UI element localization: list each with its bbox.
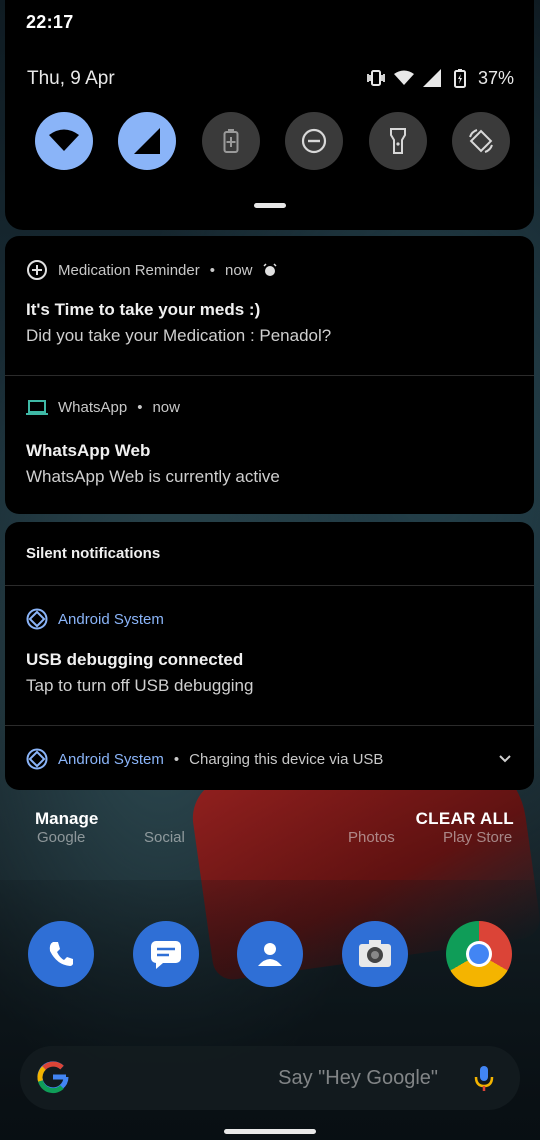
- app-label-photos: Photos: [348, 829, 395, 846]
- messages-icon: [150, 941, 181, 969]
- notification-text: Tap to turn off USB debugging: [26, 676, 254, 695]
- wifi-icon: [49, 129, 79, 151]
- notification-app-name: Android System: [58, 610, 164, 628]
- notification-header: Android System • Charging this device vi…: [26, 748, 383, 770]
- camera-icon: [358, 940, 391, 967]
- notification-title: WhatsApp Web: [26, 441, 151, 460]
- app-label-play-store: Play Store: [443, 829, 513, 846]
- notification-charging[interactable]: Android System • Charging this device vi…: [5, 726, 534, 790]
- silent-section-title: Silent notifications: [26, 545, 161, 562]
- qs-expand-handle[interactable]: [254, 203, 286, 208]
- auto-rotate-icon: [469, 129, 493, 153]
- notification-header: WhatsApp • now: [26, 399, 180, 416]
- qs-status-icons: 37%: [366, 66, 514, 90]
- phone-app[interactable]: [28, 921, 94, 987]
- bullet-separator: •: [173, 750, 180, 768]
- camera-app[interactable]: [341, 921, 408, 987]
- notification-summary: Charging this device via USB: [189, 750, 384, 768]
- wifi-icon: [393, 68, 414, 88]
- android-system-icon: [26, 608, 48, 630]
- contacts-app[interactable]: [237, 921, 303, 987]
- do-not-disturb-tile[interactable]: [285, 112, 344, 170]
- folder-label-social: Social: [144, 829, 185, 846]
- alarm-icon: [263, 263, 277, 276]
- chrome-app[interactable]: [446, 921, 512, 987]
- battery-charging-icon: [450, 68, 470, 88]
- status-bar: 22:17: [0, 0, 540, 50]
- wifi-tile[interactable]: [35, 112, 93, 170]
- notification-text: Did you take your Medication : Penadol?: [26, 326, 332, 345]
- expand-chevron-icon[interactable]: [498, 752, 512, 766]
- signal-icon: [422, 68, 442, 88]
- qs-tiles: [35, 112, 510, 170]
- notification-header: Medication Reminder • now: [26, 259, 277, 281]
- notification-usb-debugging[interactable]: Android System USB debugging connected T…: [5, 586, 534, 726]
- bullet-separator: •: [209, 261, 215, 279]
- qs-date: Thu, 9 Apr: [27, 68, 115, 89]
- battery-saver-tile[interactable]: [201, 112, 260, 170]
- battery-saver-icon: [223, 129, 239, 153]
- notification-app-name: Android System: [58, 750, 164, 768]
- signal-icon: [134, 128, 161, 154]
- notification-card-silent: Silent notifications Android System USB …: [5, 522, 534, 790]
- battery-percent: 37%: [477, 67, 514, 88]
- notification-app-name: Medication Reminder: [58, 261, 200, 279]
- notification-title: It's Time to take your meds :): [26, 300, 261, 319]
- notification-text: WhatsApp Web is currently active: [26, 467, 280, 486]
- do-not-disturb-icon: [302, 128, 327, 154]
- notification-title: USB debugging connected: [26, 650, 244, 669]
- home-gesture-bar[interactable]: [224, 1129, 316, 1134]
- flashlight-tile[interactable]: [368, 112, 427, 170]
- bullet-separator: •: [137, 399, 143, 416]
- notification-app-name: WhatsApp: [58, 399, 128, 416]
- search-hint: Say "Hey Google": [278, 1067, 438, 1089]
- android-system-icon: [26, 748, 48, 770]
- auto-rotate-tile[interactable]: [451, 112, 510, 170]
- status-clock: 22:17: [26, 12, 74, 32]
- chrome-icon: [466, 941, 492, 967]
- mobile-data-tile[interactable]: [118, 112, 177, 170]
- phone-icon: [49, 942, 73, 966]
- flashlight-icon: [389, 128, 406, 154]
- notification-medication[interactable]: Medication Reminder • now It's Time to t…: [5, 236, 534, 376]
- google-search-bar[interactable]: Say "Hey Google": [20, 1046, 520, 1110]
- google-g-icon: [37, 1061, 69, 1094]
- manage-button[interactable]: Manage: [35, 809, 98, 829]
- home-dock: [28, 921, 512, 987]
- notification-card-alerting: Medication Reminder • now It's Time to t…: [5, 236, 534, 514]
- vibrate-icon: [366, 68, 386, 88]
- notification-time: now: [152, 399, 180, 416]
- messages-app[interactable]: [132, 921, 199, 987]
- notification-header: Android System: [26, 608, 164, 630]
- mic-icon[interactable]: [474, 1064, 494, 1092]
- notification-whatsapp[interactable]: WhatsApp • now WhatsApp Web WhatsApp Web…: [5, 376, 534, 514]
- contacts-icon: [258, 943, 282, 966]
- folder-label-google: Google: [37, 829, 86, 846]
- add-circle-icon: [27, 260, 47, 280]
- notification-time: now: [225, 261, 253, 279]
- laptop-icon: [26, 399, 48, 415]
- clear-all-button[interactable]: CLEAR ALL: [416, 809, 514, 829]
